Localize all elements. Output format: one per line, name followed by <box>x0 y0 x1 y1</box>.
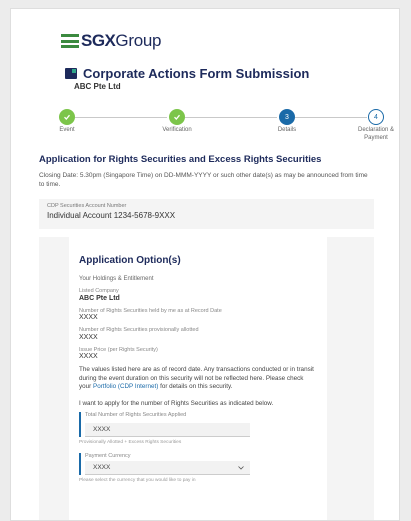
step-connector <box>295 117 367 118</box>
page-title: Corporate Actions Form Submission <box>83 66 310 81</box>
rights-held-value: XXXX <box>79 314 98 322</box>
sgx-logo: SGX Group <box>61 31 161 51</box>
total-rights-input[interactable] <box>85 423 250 438</box>
form-icon <box>65 68 77 79</box>
record-date-notice-suffix: for details on this security. <box>158 383 233 391</box>
chevron-down-icon <box>238 465 244 470</box>
rights-held-label: Number of Rights Securities held by me a… <box>79 307 222 314</box>
total-rights-field: Total Number of Rights Securities Applie… <box>79 412 317 438</box>
listed-company-label: Listed Company <box>79 288 119 294</box>
application-options-card: Application Option(s) Your Holdings & En… <box>69 237 327 520</box>
progress-stepper: Event Verification 3 Details 4 Declarati… <box>46 107 394 141</box>
cdp-account-box: CDP Securities Account Number Individual… <box>39 199 374 229</box>
step-1-check-icon <box>59 109 75 125</box>
listed-company-value: ABC Pte Ltd <box>79 294 120 302</box>
total-rights-helper: Provisionally Allotted + Excess Rights S… <box>79 440 182 446</box>
application-options-panel: Application Option(s) Your Holdings & En… <box>39 237 374 520</box>
page-card: SGX Group Corporate Actions Form Submiss… <box>10 8 400 521</box>
step-4-number: 4 <box>368 109 384 125</box>
section-title: Application for Rights Securities and Ex… <box>39 154 322 165</box>
holdings-subheading: Your Holdings & Entitlement <box>79 276 154 282</box>
record-date-notice: The values listed here are as of record … <box>79 366 317 392</box>
total-rights-label: Total Number of Rights Securities Applie… <box>85 412 187 419</box>
payment-currency-helper: Please select the currency that you woul… <box>79 478 196 484</box>
rights-allotted-label: Number of Rights Securities provisionall… <box>79 327 199 334</box>
apply-instruction: I want to apply for the number of Rights… <box>79 399 274 407</box>
rights-allotted-value: XXXX <box>79 333 98 341</box>
payment-currency-field: Payment Currency XXXX <box>79 453 317 476</box>
sgx-logo-icon <box>61 34 79 48</box>
step-2-check-icon <box>169 109 185 125</box>
payment-currency-label: Payment Currency <box>85 453 131 460</box>
company-name: ABC Pte Ltd <box>74 82 121 91</box>
payment-currency-value: XXXX <box>93 464 111 472</box>
step-3-number: 3 <box>279 109 295 125</box>
logo-group-text: Group <box>115 31 162 50</box>
closing-date-text: Closing Date: 5.30pm (Singapore Time) on… <box>39 172 368 189</box>
step-4-label: Declaration & Payment <box>357 127 395 141</box>
cdp-account-label: CDP Securities Account Number <box>47 203 127 209</box>
step-1-label: Event <box>59 127 75 133</box>
application-options-title: Application Option(s) <box>79 255 181 266</box>
step-2-label: Verification <box>162 127 192 133</box>
logo-sgx-text: SGX <box>81 31 116 50</box>
page-header: Corporate Actions Form Submission <box>65 66 309 81</box>
portfolio-link[interactable]: Portfolio (CDP Internet) <box>93 383 158 390</box>
issue-price-value: XXXX <box>79 353 98 361</box>
step-connector <box>75 117 167 118</box>
payment-currency-select[interactable]: XXXX <box>85 461 250 476</box>
cdp-account-value: Individual Account 1234-5678-9XXX <box>47 211 176 220</box>
step-3-label: Details <box>277 127 297 133</box>
issue-price-label: Issue Price (per Rights Security) <box>79 346 158 353</box>
step-connector <box>185 117 277 118</box>
